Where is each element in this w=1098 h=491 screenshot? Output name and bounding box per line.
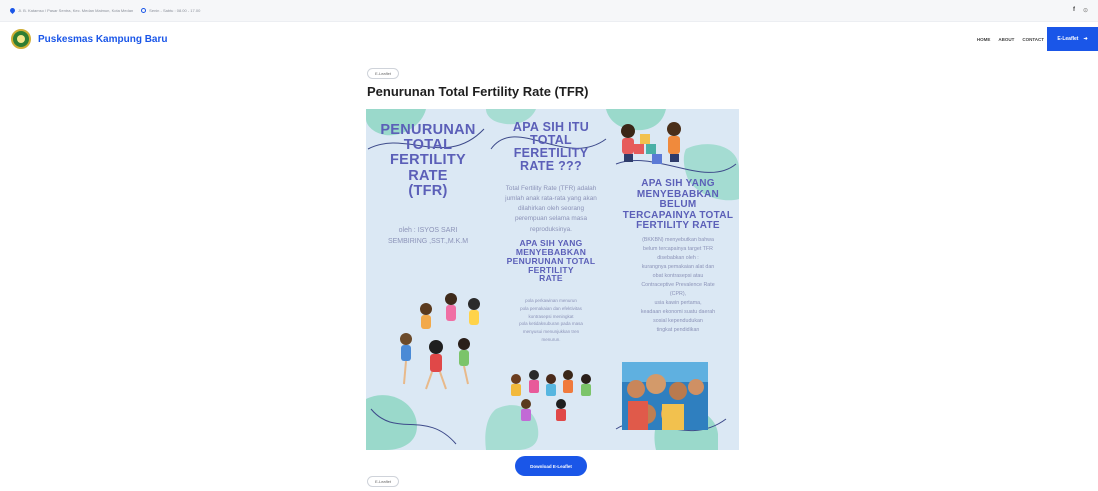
- leaflet-col2-body: Total Fertility Rate (TFR) adalah jumlah…: [505, 184, 597, 233]
- leaflet-col2-subheading: APA SIH YANG MENYEBABKAN PENURUNAN TOTAL…: [506, 237, 596, 284]
- hours-text: Senin - Sabtu : 08.00 - 17.00: [149, 8, 201, 13]
- category-badge[interactable]: E-Leaflet: [367, 68, 399, 79]
- e-leaflet-button-label: E-Leaflet: [1057, 36, 1079, 42]
- top-info-bar: Jl. B. Katamso / Pasar Sentra, Kec. Meda…: [0, 0, 1098, 22]
- address-item: Jl. B. Katamso / Pasar Sentra, Kec. Meda…: [8, 6, 134, 15]
- e-leaflet-button[interactable]: E-Leaflet ➜: [1047, 27, 1098, 51]
- instagram-icon[interactable]: ⊙: [1083, 7, 1088, 14]
- page-title: Penurunan Total Fertility Rate (TFR): [367, 84, 589, 99]
- main-nav: HOME ABOUT CONTACT: [977, 22, 1044, 56]
- leaflet-image: PENURUNAN TOTAL FERTILITY RATE (TFR) ole…: [366, 109, 739, 450]
- brand-name[interactable]: Puskesmas Kampung Baru: [38, 34, 168, 45]
- download-leaflet-button[interactable]: Download E-Leaflet: [515, 456, 587, 476]
- kids-blocks-illustration: [621, 122, 681, 164]
- nav-about[interactable]: ABOUT: [998, 37, 1014, 42]
- leaflet-col2-heading: APA SIH ITU TOTAL FERETILITY RATE ???: [512, 120, 590, 174]
- nav-contact[interactable]: CONTACT: [1022, 37, 1044, 42]
- leaflet-col3-bullets: kurangnya pemakaian alat dan obat kontra…: [640, 263, 716, 333]
- kids-playing-illustration: [511, 370, 591, 421]
- puskesmas-logo-icon[interactable]: [11, 29, 31, 49]
- clock-icon: [141, 8, 147, 13]
- leaflet-author: oleh : ISYOS SARI SEMBIRING ,SST.,M.K.M: [387, 227, 469, 246]
- leaflet-col-1: PENURUNAN TOTAL FERTILITY RATE (TFR) ole…: [376, 122, 480, 247]
- map-pin-icon: [8, 6, 17, 15]
- facebook-icon[interactable]: f: [1073, 7, 1075, 14]
- arrow-right-icon: ➜: [1083, 36, 1088, 42]
- site-header: Puskesmas Kampung Baru HOME ABOUT CONTAC…: [0, 22, 1098, 56]
- leaflet-col-3: APA SIH YANG MENYEBABKAN BELUM TERCAPAIN…: [618, 178, 738, 335]
- leaflet-col3-intro: (BKKBN) menyebutkan bahwa belum tercapai…: [642, 236, 714, 261]
- nav-home[interactable]: HOME: [977, 37, 991, 42]
- hours-item: Senin - Sabtu : 08.00 - 17.00: [141, 8, 200, 13]
- category-badge-bottom[interactable]: E-Leaflet: [367, 476, 399, 487]
- leaflet-col-2: APA SIH ITU TOTAL FERETILITY RATE ??? To…: [492, 120, 610, 343]
- kids-circle-illustration: [400, 293, 480, 390]
- social-links: f ⊙: [1073, 7, 1088, 14]
- address-text: Jl. B. Katamso / Pasar Sentra, Kec. Meda…: [18, 8, 134, 13]
- leaflet-col2-bullets: pola perkawinan menurun pola pemakaian d…: [519, 298, 583, 342]
- children-photo: [622, 362, 708, 430]
- leaflet-col3-heading: APA SIH YANG MENYEBABKAN BELUM TERCAPAIN…: [622, 178, 734, 231]
- leaflet-main-heading: PENURUNAN TOTAL FERTILITY RATE (TFR): [380, 122, 476, 199]
